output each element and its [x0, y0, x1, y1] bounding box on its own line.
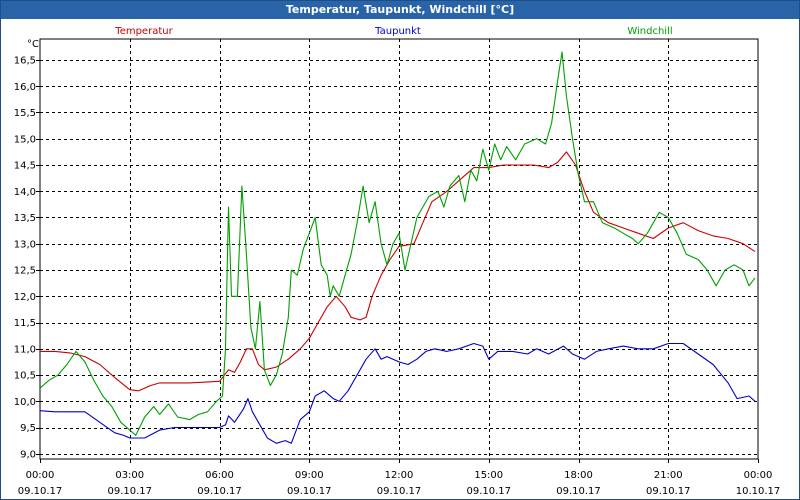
y-tick-label: 10,5	[14, 371, 36, 382]
y-tick-label: 11,5	[14, 318, 36, 329]
y-tick-label: 10,0	[14, 397, 36, 408]
x-tick-time-label: 03:00	[115, 470, 144, 481]
x-tick-time-label: 09:00	[295, 470, 324, 481]
y-tick-label: 16,0	[14, 82, 36, 93]
x-tick-date-label: 09.10.17	[377, 486, 422, 497]
x-tick-time-label: 00:00	[26, 470, 55, 481]
y-tick-label: 9,5	[20, 423, 36, 434]
x-tick-time-label: 15:00	[474, 470, 503, 481]
x-tick-time-label: 21:00	[654, 470, 683, 481]
line-chart: 9,0 9,5 10,0 10,5 11,0 11,5 12,0 12,5 13,0 13,5 14…	[14, 26, 781, 497]
y-tick-label: 14,5	[14, 161, 36, 172]
x-tick-time-label: 06:00	[205, 470, 234, 481]
legend-label-temperatur: Temperatur	[114, 26, 173, 37]
y-tick-label: 13,5	[14, 213, 36, 224]
x-tick-time-label: 00:00	[744, 470, 773, 481]
x-tick-date-label: 09.10.17	[287, 486, 332, 497]
x-tick-date-label: 09.10.17	[556, 486, 601, 497]
y-tick-label: 9,0	[20, 449, 36, 460]
legend-label-taupunkt: Taupunkt	[374, 26, 421, 37]
x-tick-time-label: 18:00	[564, 470, 593, 481]
x-tick-date-label: 09.10.17	[197, 486, 242, 497]
y-tick-label: 15,0	[14, 134, 36, 145]
y-tick-label: 11,0	[14, 344, 36, 355]
y-tick-label: 12,5	[14, 266, 36, 277]
x-tick-date-label: 09.10.17	[466, 486, 511, 497]
y-tick-label: 12,0	[14, 292, 36, 303]
y-tick-label: 16,5	[14, 56, 36, 67]
y-tick-label: 13,0	[14, 239, 36, 250]
x-tick-date-label: 09.10.17	[646, 486, 691, 497]
x-tick-date-label: 09.10.17	[18, 486, 63, 497]
x-tick-time-label: 12:00	[385, 470, 414, 481]
y-tick-label: 15,5	[14, 108, 36, 119]
y-tick-label: 14,0	[14, 187, 36, 198]
legend-label-windchill: Windchill	[627, 26, 672, 37]
x-tick-date-label: 09.10.17	[107, 486, 152, 497]
x-tick-date-label: 10.10.17	[736, 486, 781, 497]
y-axis-unit: °C	[27, 39, 39, 50]
